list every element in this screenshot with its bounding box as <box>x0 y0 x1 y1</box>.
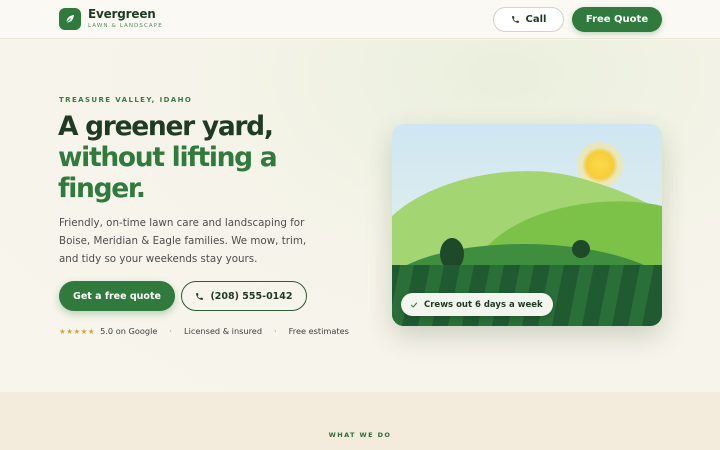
hero-headline: A greener yard, without lifting a finger… <box>58 111 358 204</box>
leaf-icon <box>66 15 74 23</box>
logo-mark[interactable] <box>59 8 81 30</box>
brand-tagline: LAWN & LANDSCAPE <box>88 23 163 29</box>
crew-badge: Crews out 6 days a week <box>401 293 553 316</box>
get-quote-button[interactable]: Get a free quote <box>59 281 175 311</box>
phone-button[interactable]: (208) 555-0142 <box>181 281 307 311</box>
services-eyebrow: WHAT WE DO <box>328 431 392 439</box>
estimates-text: Free estimates <box>288 326 349 336</box>
phone-icon <box>511 16 519 23</box>
separator-dot: · <box>274 326 277 336</box>
phone-icon <box>196 292 204 300</box>
services-section <box>0 392 720 450</box>
google-rating: 5.0 on Google <box>100 326 158 336</box>
free-quote-button[interactable]: Free Quote <box>572 7 662 32</box>
crew-badge-label: Crews out 6 days a week <box>424 299 543 310</box>
star-rating-icon: ★★★★★ <box>59 326 96 336</box>
headline-line-2: without lifting a <box>58 142 278 173</box>
check-icon <box>410 302 418 307</box>
call-button[interactable]: Call <box>493 7 564 32</box>
site-header: Evergreen LAWN & LANDSCAPE Call Free Quo… <box>0 0 720 39</box>
trust-bar: ★★★★★ 5.0 on Google · Licensed & insured… <box>59 325 349 337</box>
call-button-label: Call <box>525 14 547 25</box>
licensed-text: Licensed & insured <box>184 326 263 336</box>
phone-button-label: (208) 555-0142 <box>210 290 293 302</box>
hero-eyebrow: TREASURE VALLEY, IDAHO <box>59 96 193 104</box>
headline-line-1: A greener yard, <box>58 111 274 142</box>
hero-illustration: Crews out 6 days a week <box>392 124 662 326</box>
separator-dot: · <box>169 326 173 336</box>
brand-name[interactable]: Evergreen <box>88 7 156 21</box>
hero-description: Friendly, on-time lawn care and landscap… <box>59 217 307 265</box>
headline-line-3: finger. <box>58 173 146 204</box>
